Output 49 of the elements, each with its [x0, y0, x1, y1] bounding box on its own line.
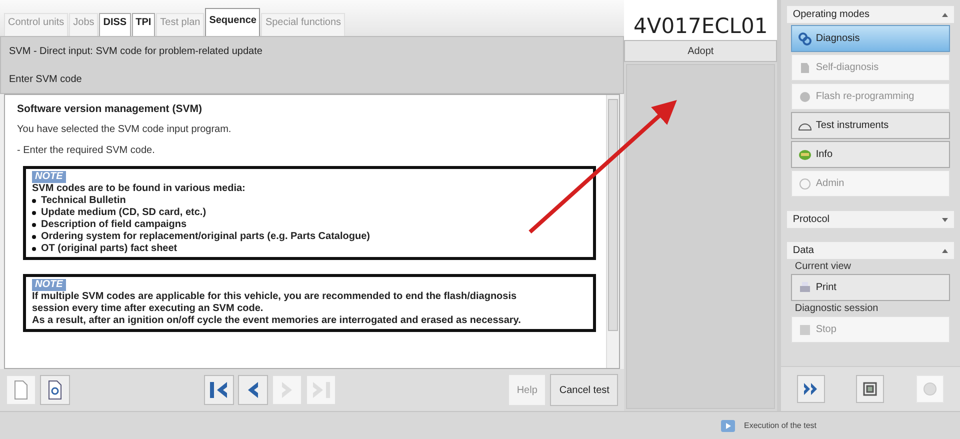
document-search-icon	[46, 380, 64, 400]
printer-icon	[798, 280, 812, 294]
rings-icon	[798, 32, 812, 46]
page-title: SVM - Direct input: SVM code for problem-related update	[9, 46, 264, 56]
tab[interactable]: TPI	[132, 13, 156, 36]
circle-icon	[798, 176, 812, 190]
stop-icon	[798, 322, 812, 336]
note-text: As a result, after an ignition on/off cycle the event memories are interrogated and erased as necessary.	[32, 315, 522, 327]
tab[interactable]: DISS	[99, 13, 131, 36]
svm-code: 4V017ECL01	[624, 0, 777, 40]
fullscreen-icon	[861, 380, 880, 398]
mode-button[interactable]: Info	[790, 141, 950, 168]
mode-button[interactable]: Test instruments	[790, 112, 950, 139]
forward-button[interactable]	[796, 375, 825, 404]
first-button[interactable]	[204, 375, 234, 406]
group-title: Current view	[794, 261, 852, 272]
paragraph: You have selected the SVM code input program.	[17, 124, 232, 135]
note-label: NOTE	[32, 171, 66, 183]
preview-button[interactable]	[40, 375, 70, 406]
info-icon	[798, 148, 812, 162]
note-list-item: Description of field campaigns	[32, 219, 588, 231]
note-list-item: Technical Bulletin	[32, 195, 588, 207]
fullscreen-button[interactable]	[856, 375, 884, 404]
adopt-button[interactable]: Adopt	[624, 40, 777, 62]
page-subtitle: Enter SVM code	[9, 74, 83, 84]
document-icon	[12, 380, 30, 400]
content-heading: Software version management (SVM)	[17, 103, 203, 115]
note-list-item: Update medium (CD, SD card, etc.)	[32, 207, 588, 219]
paragraph: - Enter the required SVM code.	[17, 145, 156, 156]
play-icon	[720, 418, 736, 433]
status-text: Execution of the test	[744, 421, 816, 430]
toolbar-button[interactable]: Cancel test	[550, 374, 618, 406]
group-title: Diagnostic session	[794, 303, 880, 314]
circle-icon	[798, 90, 812, 104]
tab[interactable]: Sequence	[205, 8, 260, 36]
note-text: session every time after executing an SVM code.	[32, 303, 264, 315]
prev-button[interactable]	[238, 375, 268, 406]
note-text: If multiple SVM codes are applicable for this vehicle, you are recommended to end the flash/diagnosis	[32, 291, 518, 303]
scrollbar[interactable]	[606, 95, 620, 368]
section-header[interactable]: Data	[786, 242, 954, 259]
mode-button[interactable]: Diagnosis	[790, 25, 950, 52]
note-list-item: OT (original parts) fact sheet	[32, 243, 588, 255]
circle-icon	[921, 380, 940, 398]
note-text: SVM codes are to be found in various media:	[32, 183, 246, 195]
sidebar-button[interactable]: Print	[790, 274, 950, 301]
note-label: NOTE	[32, 279, 66, 291]
section-header[interactable]: Operating modes	[786, 6, 954, 23]
note-list-item: Ordering system for replacement/original parts (e.g. Parts Catalogue)	[32, 231, 588, 243]
section-header[interactable]: Protocol	[786, 211, 954, 228]
